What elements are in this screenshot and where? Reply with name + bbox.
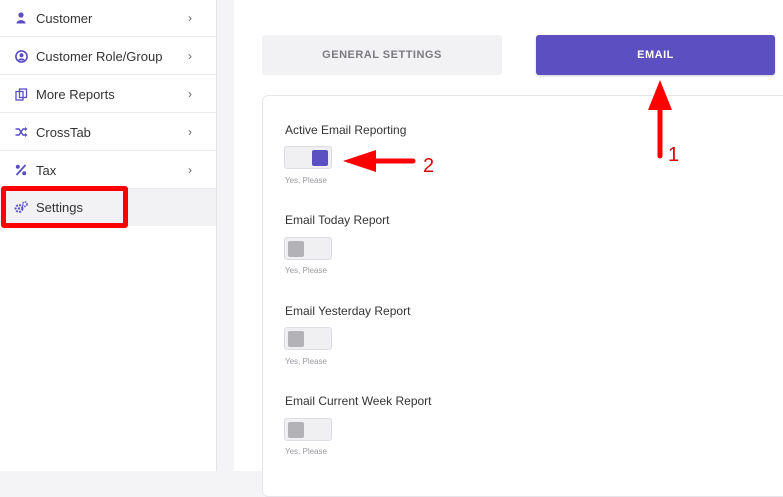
annotation-arrow-2 [343,150,416,172]
annotation-arrows [343,80,672,172]
annotation-number-1: 1 [668,144,680,166]
annotation-number-2: 2 [423,155,435,177]
